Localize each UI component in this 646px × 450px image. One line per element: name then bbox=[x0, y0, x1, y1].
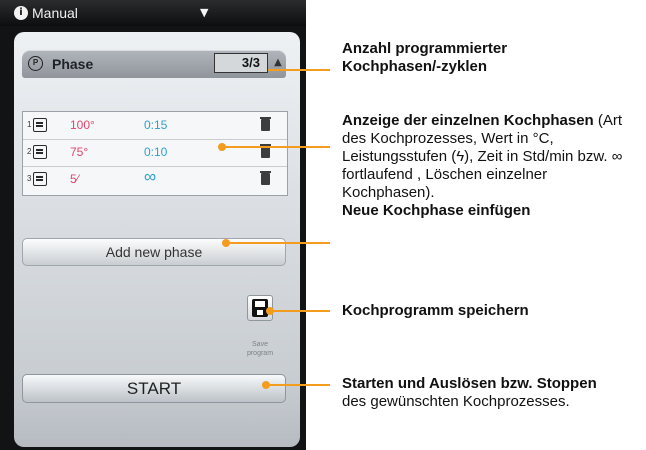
phase-title: Phase bbox=[52, 56, 94, 72]
hot-air-icon bbox=[33, 172, 47, 186]
phase-header: P Phase 3/3 ▲ bbox=[22, 50, 286, 78]
callout-line-start bbox=[266, 384, 330, 386]
callout-line-add-phase bbox=[226, 242, 330, 244]
phase-row[interactable]: 3 5⁄ ∞ bbox=[23, 166, 287, 193]
callout-line-phases bbox=[222, 146, 330, 148]
mode-dropdown[interactable]: i Manual ▼ bbox=[14, 3, 224, 23]
mode-label: Manual bbox=[32, 5, 78, 21]
phase-value[interactable]: 75° bbox=[70, 145, 88, 159]
program-panel: P Phase 3/3 ▲ 1 100° 0:15 2 75° 0:10 3 5… bbox=[14, 32, 300, 447]
callout-line-phase-count bbox=[268, 69, 330, 71]
callout-dot-save bbox=[266, 307, 274, 315]
phase-value[interactable]: 5⁄ bbox=[70, 172, 79, 186]
phase-row[interactable]: 1 100° 0:15 bbox=[23, 112, 287, 140]
phase-count[interactable]: 3/3 bbox=[214, 53, 268, 73]
annotation-save: Kochprogramm speichern bbox=[342, 302, 529, 319]
callout-dot-add-phase bbox=[222, 239, 230, 247]
callout-line-save bbox=[270, 310, 330, 312]
save-program-label: Save program bbox=[246, 341, 274, 357]
device-screen: i Manual ▼ P Phase 3/3 ▲ 1 100° 0:15 2 7… bbox=[0, 0, 306, 450]
phase-number: 3 bbox=[27, 174, 32, 183]
callout-dot-phases bbox=[218, 143, 226, 151]
phase-number: 2 bbox=[27, 147, 32, 156]
hot-air-icon bbox=[33, 145, 47, 159]
callout-dot-start bbox=[262, 381, 270, 389]
phase-time[interactable]: ∞ bbox=[144, 167, 156, 187]
annotation-add-phase: Neue Kochphase einfügen bbox=[342, 202, 531, 219]
phase-row[interactable]: 2 75° 0:10 bbox=[23, 139, 287, 167]
trash-icon[interactable] bbox=[260, 117, 271, 131]
phase-time[interactable]: 0:15 bbox=[144, 118, 167, 132]
start-button[interactable]: START bbox=[22, 374, 286, 403]
annotation-phases: Anzeige der einzelnen Kochphasen (Art de… bbox=[342, 112, 632, 220]
chevron-down-icon: ▼ bbox=[200, 6, 209, 19]
phase-value[interactable]: 100° bbox=[70, 118, 95, 132]
trash-icon[interactable] bbox=[260, 171, 271, 185]
top-bar: i Manual ▼ bbox=[0, 0, 306, 26]
phase-list: 1 100° 0:15 2 75° 0:10 3 5⁄ ∞ bbox=[22, 111, 288, 196]
annotation-phase-count: Anzahl programmierter Kochphasen/-zyklen bbox=[342, 40, 508, 75]
hot-air-icon bbox=[33, 118, 47, 132]
annotation-start: Starten und Auslösen bzw. Stoppen des ge… bbox=[342, 375, 597, 410]
phase-time[interactable]: 0:10 bbox=[144, 145, 167, 159]
program-p-icon: P bbox=[28, 56, 43, 71]
info-circle-icon: i bbox=[14, 6, 28, 20]
phase-number: 1 bbox=[27, 120, 32, 129]
